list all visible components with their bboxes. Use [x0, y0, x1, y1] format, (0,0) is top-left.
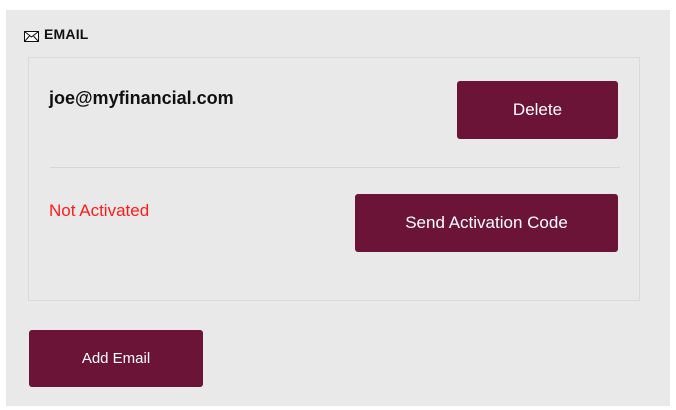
- delete-button[interactable]: Delete: [457, 81, 618, 139]
- email-address: joe@myfinancial.com: [49, 88, 234, 108]
- add-email-button[interactable]: Add Email: [29, 330, 203, 387]
- section-header: EMAIL: [24, 26, 89, 42]
- envelope-icon: [24, 29, 39, 42]
- activation-status: Not Activated: [49, 201, 150, 220]
- send-activation-code-button[interactable]: Send Activation Code: [355, 194, 618, 252]
- section-title: EMAIL: [44, 26, 89, 42]
- divider: [50, 167, 620, 168]
